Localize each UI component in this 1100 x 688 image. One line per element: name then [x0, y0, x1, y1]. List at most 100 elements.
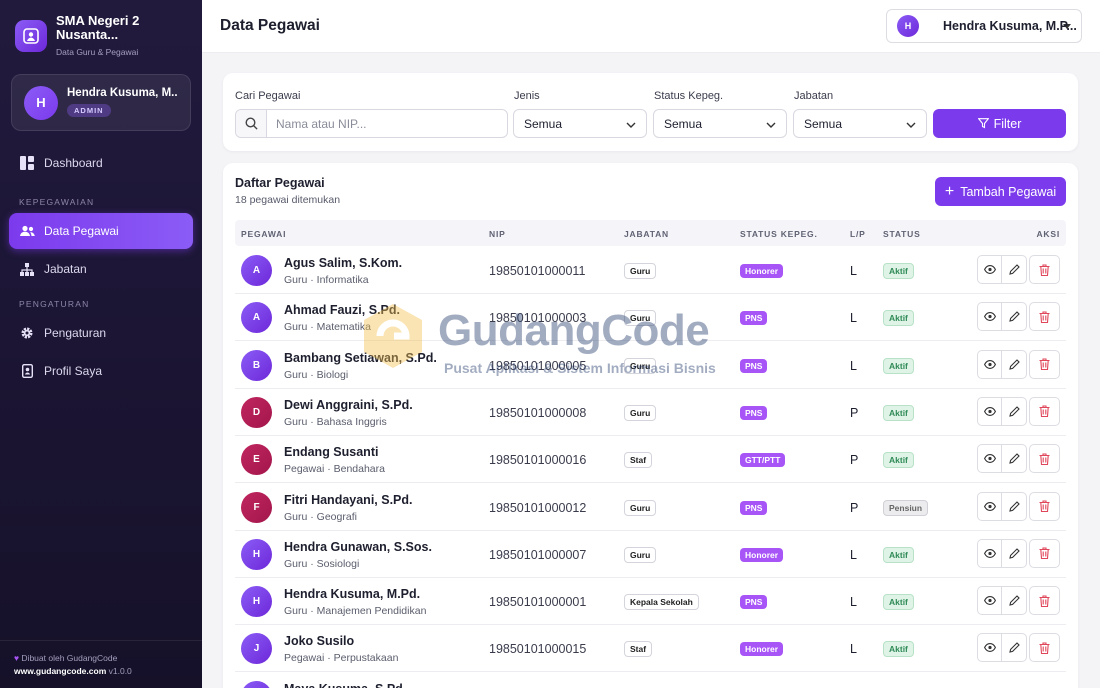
sidebar-item-jabatan[interactable]: Jabatan [9, 251, 193, 287]
table-row[interactable]: D Dewi Anggraini, S.Pd. Guru · Bahasa Ingg… [235, 389, 1066, 436]
employee-role: Guru · Informatika [284, 274, 369, 286]
search-label: Cari Pegawai [235, 90, 301, 102]
avatar: H [24, 85, 58, 120]
status-kepeg-badge: PNS [740, 405, 768, 420]
add-employee-label: Tambah Pegawai [960, 184, 1057, 199]
delete-button[interactable] [1029, 538, 1060, 568]
employee-nip: 19850101000012 [489, 500, 587, 515]
status-kepeg-select[interactable]: Semua [653, 109, 787, 138]
user-menu-dropdown[interactable]: H Hendra Kusuma, M.P... [886, 9, 1082, 43]
table-row[interactable]: H Hendra Kusuma, M.Pd. Guru · Manajemen Pe… [235, 578, 1066, 626]
employee-nip: 19850101000016 [489, 453, 587, 468]
employee-name: Agus Salim, S.Kom. [284, 256, 403, 270]
status-kepeg-badge: Honorer [740, 264, 784, 278]
employee-role: Pegawai · Perpustakaan [284, 652, 399, 665]
chevron-down-icon [906, 117, 916, 131]
edit-button[interactable] [1002, 349, 1027, 379]
pencil-icon [1008, 642, 1020, 654]
gender-value: L [850, 595, 857, 610]
sidebar-item-label: Data Pegawai [44, 224, 119, 238]
edit-button[interactable] [1002, 633, 1027, 663]
search-box [235, 109, 508, 138]
view-button[interactable] [977, 396, 1002, 426]
jabatan-select[interactable]: Semua [793, 109, 927, 138]
table-row[interactable]: H Hendra Gunawan, S.Sos. Guru · Sosiologi 1… [235, 531, 1066, 578]
view-button[interactable] [977, 491, 1002, 521]
nav-section-pengaturan: PENGATURAN [19, 299, 90, 309]
avatar: E [241, 444, 272, 476]
employee-role: Guru · Sosiologi [284, 557, 360, 570]
gender-value: P [850, 405, 859, 420]
sidebar-item-pengaturan[interactable]: Pengaturan [9, 315, 193, 351]
employee-role: Guru · Manajemen Pendidikan [284, 605, 427, 618]
delete-button[interactable] [1029, 586, 1060, 616]
avatar: M [241, 680, 272, 688]
app-name: SMA Negeri 2 Nusanta... [56, 13, 140, 42]
edit-button[interactable] [1002, 396, 1027, 426]
table-row[interactable]: B Bambang Setiawan, S.Pd. Guru · Biologi 19… [235, 342, 1066, 389]
sidebar-item-data-pegawai[interactable]: Data Pegawai [9, 213, 193, 249]
gender-value: P [850, 453, 859, 468]
edit-button[interactable] [1002, 302, 1027, 332]
add-employee-button[interactable]: + Tambah Pegawai [935, 177, 1066, 206]
delete-button[interactable] [1029, 349, 1060, 379]
col-header-aksi: AKSI [1036, 229, 1060, 239]
pencil-icon [1008, 453, 1020, 464]
sidebar-user-card[interactable]: H Hendra Kusuma, M... ADMIN [11, 74, 191, 131]
delete-button[interactable] [1029, 302, 1060, 332]
sidebar-item-profil[interactable]: Profil Saya [9, 353, 193, 389]
row-actions [977, 491, 1060, 521]
result-count: 18 pegawai ditemukan [235, 194, 341, 206]
eye-icon [983, 596, 996, 606]
heart-icon: ♥ [14, 653, 20, 663]
filter-button[interactable]: Filter [933, 109, 1066, 138]
jabatan-badge: Guru [624, 310, 657, 327]
edit-button[interactable] [1002, 586, 1027, 616]
view-button[interactable] [977, 633, 1002, 663]
employee-role: Guru · Geografi [284, 510, 357, 523]
edit-button[interactable] [1002, 255, 1027, 284]
search-input[interactable] [267, 110, 507, 137]
jabatan-badge: Guru [624, 357, 657, 374]
app-subtitle: Data Guru & Pegawai [56, 47, 139, 57]
edit-button[interactable] [1002, 491, 1027, 521]
view-button[interactable] [977, 302, 1002, 332]
sidebar: SMA Negeri 2 Nusanta... Data Guru & Pega… [0, 0, 202, 688]
eye-icon [983, 265, 996, 274]
chevron-down-icon [766, 117, 776, 131]
view-button[interactable] [977, 538, 1002, 568]
table-row[interactable]: M Maya Kusuma, S.Pd. [235, 673, 1066, 688]
employee-role: Guru · Biologi [284, 368, 349, 381]
made-by-text: Dibuat oleh GudangCode [21, 653, 118, 663]
table-row[interactable]: E Endang Susanti Pegawai · Bendahara 198501… [235, 436, 1066, 484]
edit-button[interactable] [1002, 444, 1027, 474]
delete-button[interactable] [1029, 444, 1060, 474]
site-link[interactable]: www.gudangcode.com [14, 666, 106, 676]
delete-button[interactable] [1029, 491, 1060, 521]
eye-icon [983, 406, 996, 416]
sidebar-item-label: Jabatan [44, 262, 87, 276]
employee-nip: 19850101000001 [489, 595, 587, 610]
col-header-status: STATUS [883, 229, 921, 239]
sidebar-item-dashboard[interactable]: Dashboard [9, 145, 193, 181]
delete-button[interactable] [1029, 633, 1060, 663]
status-badge: Aktif [883, 641, 914, 658]
view-button[interactable] [977, 349, 1002, 379]
avatar: A [241, 255, 272, 286]
table-row[interactable]: J Joko Susilo Pegawai · Perpustakaan 198501… [235, 625, 1066, 673]
jenis-select[interactable]: Semua [513, 109, 647, 138]
edit-button[interactable] [1002, 538, 1027, 568]
view-button[interactable] [977, 586, 1002, 616]
table-row[interactable]: F Fitri Handayani, S.Pd. Guru · Geografi 19… [235, 484, 1066, 531]
gear-icon [19, 325, 35, 341]
table-row[interactable]: A Ahmad Fauzi, S.Pd. Guru · Matematika 1985… [235, 294, 1066, 342]
status-badge: Aktif [883, 404, 914, 421]
table-row[interactable]: A Agus Salim, S.Kom. Guru · Informatika 198… [235, 247, 1066, 294]
delete-button[interactable] [1029, 396, 1060, 426]
funnel-icon [977, 118, 989, 129]
view-button[interactable] [977, 444, 1002, 474]
view-button[interactable] [977, 255, 1002, 284]
delete-button[interactable] [1029, 255, 1060, 284]
jabatan-badge: Guru [624, 404, 657, 421]
status-badge: Aktif [883, 263, 914, 279]
